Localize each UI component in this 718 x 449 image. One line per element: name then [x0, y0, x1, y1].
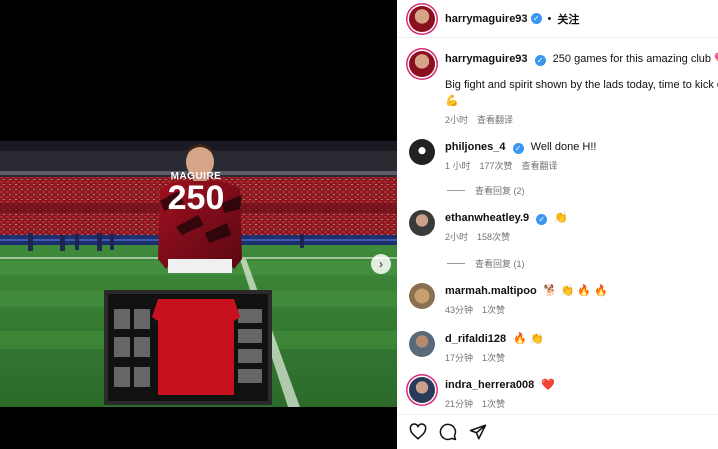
commenter-username[interactable]: indra_herrera008 — [445, 379, 534, 391]
comment-likes[interactable]: 1次赞 — [482, 303, 505, 316]
separator-dot: • — [547, 12, 552, 25]
view-replies-label: 查看回复 (1) — [475, 259, 525, 269]
post-header: harrymaguire93 ✓ • 关注 — [397, 0, 718, 38]
verified-badge-icon: ✓ — [534, 55, 546, 66]
replies-divider — [447, 190, 465, 191]
author-username[interactable]: harrymaguire93 — [445, 13, 528, 25]
comment-item: indra_herrera008 ❤️ 21分钟 1次赞 — [409, 377, 718, 410]
comment-likes[interactable]: 158次赞 — [477, 230, 510, 243]
post-actions-bar — [397, 414, 718, 449]
caption-time: 2小时 — [445, 115, 469, 125]
commenter-avatar[interactable] — [409, 283, 435, 309]
comment-time: 17分钟 — [445, 353, 474, 363]
translate-button[interactable]: 查看翻译 — [477, 113, 513, 126]
comment-button[interactable] — [439, 423, 457, 441]
comment-text: ❤️ — [541, 379, 556, 391]
commenter-avatar[interactable] — [409, 139, 435, 165]
like-button[interactable] — [409, 423, 427, 441]
commenter-username[interactable]: ethanwheatley.9 — [445, 212, 529, 224]
comment-time: 1 小时 — [445, 161, 471, 171]
shirt-number: 250 — [167, 179, 225, 217]
comment-text: 👏 — [554, 212, 568, 224]
carousel-next-button[interactable]: › — [371, 254, 391, 274]
caption-emoji: 💪 — [445, 95, 459, 107]
follow-button[interactable]: 关注 — [557, 11, 579, 27]
view-replies-label: 查看回复 (2) — [475, 186, 525, 196]
comment-time: 43分钟 — [445, 305, 474, 315]
caption-username[interactable]: harrymaguire93 — [445, 53, 528, 65]
comment-likes[interactable]: 1次赞 — [482, 351, 505, 364]
verified-badge-icon: ✓ — [536, 214, 548, 225]
comment-likes[interactable]: 1次赞 — [482, 397, 505, 410]
comment-likes[interactable]: 177次赞 — [480, 159, 513, 172]
share-button[interactable] — [469, 423, 487, 441]
caption-author-avatar[interactable] — [409, 51, 435, 77]
comment-time: 21分钟 — [445, 399, 474, 409]
view-replies-button[interactable]: 查看回复 (1) — [447, 257, 525, 270]
author-avatar[interactable] — [409, 5, 435, 32]
paper-plane-icon — [469, 424, 487, 440]
post-photo[interactable]: MAGUIRE 250 — [0, 141, 397, 407]
comment-time: 2小时 — [445, 232, 469, 242]
instagram-post-modal: MAGUIRE 250 › harrymaguire93 ✓ • 关注 harr… — [0, 0, 718, 449]
comment-list[interactable]: harrymaguire93 ✓ 250 games for this amaz… — [397, 38, 718, 414]
comment-text: 🐕 👏 🔥 🔥 — [543, 285, 608, 297]
caption-body: Big fight and spirit shown by the lads t… — [445, 79, 718, 91]
heart-outline-icon — [409, 423, 427, 440]
translate-button[interactable]: 查看翻译 — [522, 159, 558, 172]
commenter-avatar[interactable] — [409, 331, 435, 357]
comment-text: Well done H!! — [530, 141, 597, 153]
chevron-right-icon: › — [379, 257, 383, 271]
framed-shirt — [104, 290, 272, 405]
commenter-avatar[interactable] — [409, 377, 435, 403]
view-replies-button[interactable]: 查看回复 (2) — [447, 184, 525, 197]
comment-bubble-icon — [439, 423, 457, 441]
comments-sidebar: harrymaguire93 ✓ • 关注 harrymaguire93 ✓ 2… — [397, 0, 718, 449]
commenter-username[interactable]: d_rifaldi128 — [445, 333, 506, 345]
verified-badge-icon: ✓ — [512, 143, 524, 154]
comment-text: 🔥 👏 — [513, 333, 544, 345]
commenter-username[interactable]: marmah.maltipoo — [445, 285, 537, 297]
comment-item: marmah.maltipoo 🐕 👏 🔥 🔥 43分钟 1次赞 — [409, 283, 718, 316]
commenter-avatar[interactable] — [409, 210, 435, 236]
caption-text: 250 games for this amazing club 💖 🔴 — [552, 53, 718, 65]
media-pane: MAGUIRE 250 › — [0, 0, 397, 449]
comment-item: ethanwheatley.9 ✓ 👏 2小时 158次赞 — [409, 210, 718, 243]
post-caption: harrymaguire93 ✓ 250 games for this amaz… — [409, 51, 718, 126]
comment-item: philjones_4 ✓ Well done H!! 1 小时 177次赞 查… — [409, 139, 718, 172]
replies-divider — [447, 263, 465, 264]
commenter-username[interactable]: philjones_4 — [445, 141, 506, 153]
verified-badge-icon: ✓ — [530, 13, 542, 24]
comment-item: d_rifaldi128 🔥 👏 17分钟 1次赞 — [409, 331, 718, 364]
